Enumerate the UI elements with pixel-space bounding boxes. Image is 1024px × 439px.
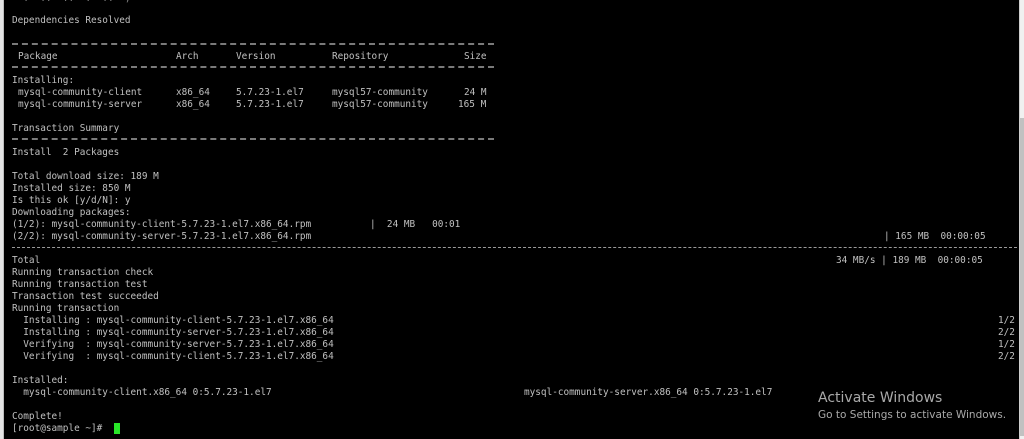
watermark-subtitle: Go to Settings to activate Windows. — [818, 409, 1007, 421]
separator-rule — [12, 43, 494, 45]
vertical-scrollbar[interactable] — [1019, 0, 1024, 439]
separator-rule — [12, 247, 1017, 248]
complete-line: Complete! — [12, 411, 63, 422]
dependencies-resolved-line: Dependencies Resolved — [12, 15, 131, 26]
transaction-line: Running transaction — [12, 303, 120, 314]
row-repository: mysql57-community — [332, 99, 428, 110]
scrollbar-thumb[interactable] — [1020, 118, 1024, 436]
step-action: Installing : mysql-community-client-5.7.… — [12, 315, 334, 326]
header-repository: Repository — [332, 51, 389, 62]
step-action: Verifying : mysql-community-server-5.7.2… — [12, 339, 334, 350]
terminal-window: . .. .. . .. , Dependencies Resolved Pac… — [0, 0, 1024, 439]
installed-size: Installed size: 850 M — [12, 183, 131, 194]
transaction-line: Running transaction check — [12, 267, 154, 278]
step-action: Verifying : mysql-community-client-5.7.2… — [12, 351, 334, 362]
terminal-output[interactable]: . .. .. . .. , Dependencies Resolved Pac… — [4, 0, 1020, 439]
activate-windows-watermark: Activate Windows Go to Settings to activ… — [818, 389, 1006, 423]
row-version: 5.7.23-1.el7 — [236, 99, 304, 110]
header-arch: Arch — [176, 51, 199, 62]
header-size: Size — [464, 51, 487, 62]
installed-package: mysql-community-client.x86_64 0:5.7.23-1… — [12, 387, 272, 398]
row-package: mysql-community-server — [18, 99, 143, 110]
top-fragment: . .. .. . .. , — [12, 0, 130, 5]
header-package: Package — [18, 51, 58, 62]
total-label: Total — [12, 255, 41, 266]
transaction-summary-title: Transaction Summary — [12, 123, 120, 134]
transaction-line: Running transaction test — [12, 279, 148, 290]
watermark-title: Activate Windows — [818, 390, 943, 406]
install-count-line: Install 2 Packages — [12, 147, 120, 158]
step-count: 1/2 — [998, 339, 1015, 350]
row-arch: x86_64 — [176, 87, 210, 98]
header-version: Version — [236, 51, 276, 62]
download-progress: | 165 MB 00:00:05 — [884, 231, 986, 242]
step-action: Installing : mysql-community-server-5.7.… — [12, 327, 334, 338]
row-package: mysql-community-client — [18, 87, 143, 98]
installed-package: mysql-community-server.x86_64 0:5.7.23-1… — [524, 387, 773, 398]
step-count: 1/2 — [998, 315, 1015, 326]
download-name: (1/2): mysql-community-client-5.7.23-1.e… — [12, 219, 312, 230]
row-arch: x86_64 — [176, 99, 210, 110]
row-size: 165 M — [458, 99, 487, 110]
confirm-prompt-line: Is this ok [y/d/N]: y — [12, 195, 131, 206]
total-stats: 34 MB/s | 189 MB 00:00:05 — [836, 255, 983, 266]
download-progress: | 24 MB 00:01 — [370, 219, 461, 230]
download-name: (2/2): mysql-community-server-5.7.23-1.e… — [12, 231, 312, 242]
row-size: 24 M — [464, 87, 487, 98]
installing-section-label: Installing: — [12, 75, 75, 86]
shell-prompt: [root@sample ~]# — [12, 423, 108, 434]
downloading-packages-line: Downloading packages: — [12, 207, 131, 218]
separator-rule — [12, 138, 494, 140]
row-repository: mysql57-community — [332, 87, 428, 98]
total-download-size: Total download size: 189 M — [12, 171, 159, 182]
installed-label: Installed: — [12, 375, 69, 386]
step-count: 2/2 — [998, 327, 1015, 338]
separator-rule — [12, 66, 494, 68]
step-count: 2/2 — [998, 351, 1015, 362]
transaction-line: Transaction test succeeded — [12, 291, 159, 302]
text-cursor[interactable] — [114, 423, 120, 434]
row-version: 5.7.23-1.el7 — [236, 87, 304, 98]
